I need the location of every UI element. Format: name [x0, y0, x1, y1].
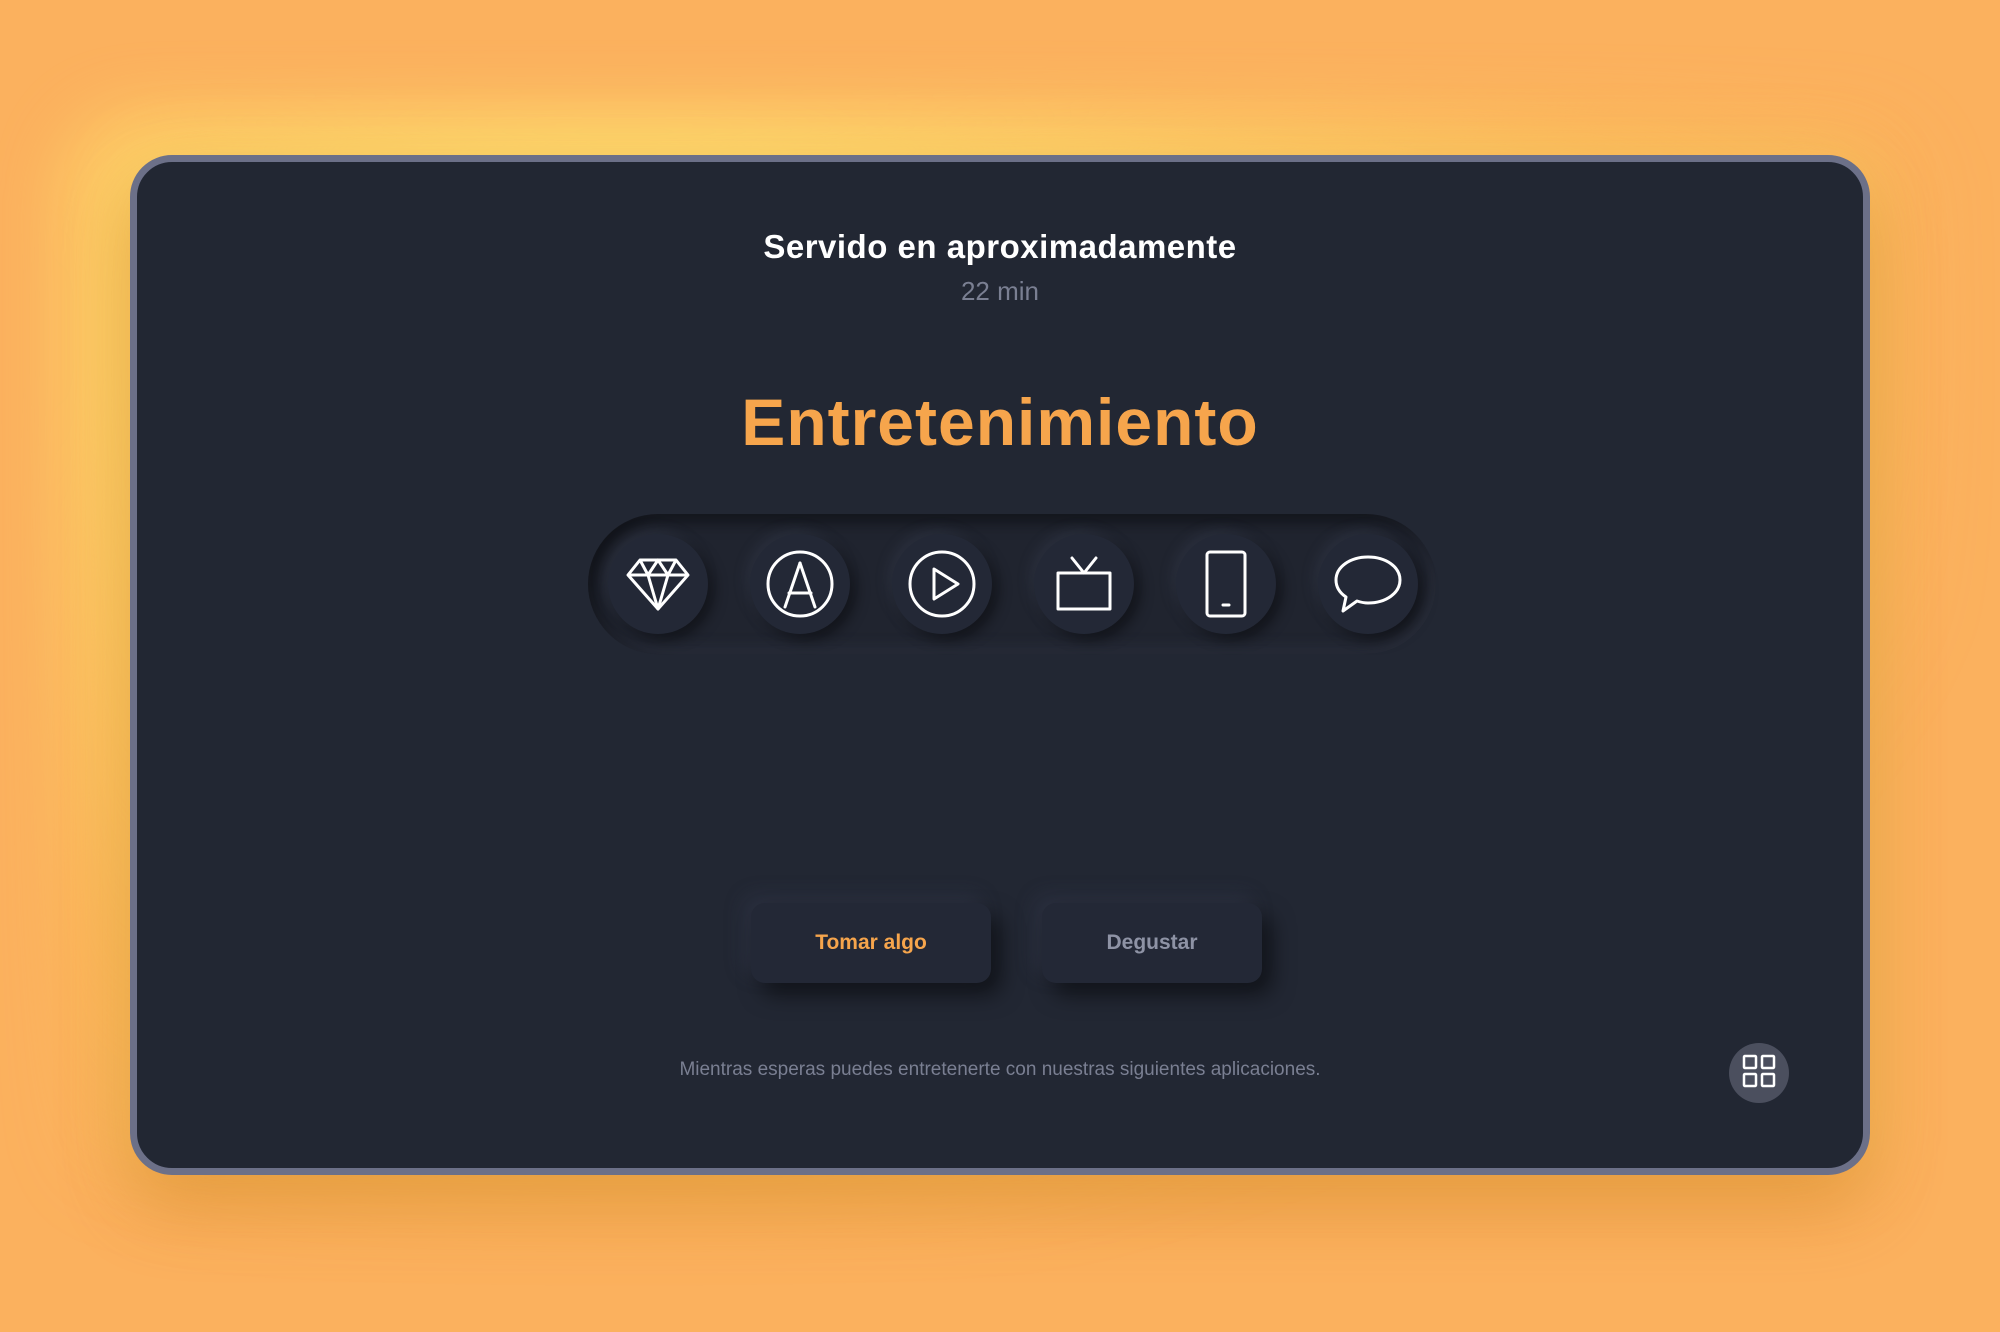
phone-icon [1204, 549, 1248, 619]
app-icon-bar [588, 514, 1436, 654]
app-screen: Servido en aproximadamente 22 min Entret… [130, 155, 1870, 1175]
wait-title: Servido en aproximadamente [763, 228, 1237, 265]
degustar-button[interactable]: Degustar [1042, 903, 1262, 983]
diamond-icon [626, 557, 690, 611]
chat-bubble-icon [1333, 553, 1403, 615]
wait-time: 22 min [960, 276, 1040, 306]
tv-icon [1054, 555, 1114, 613]
app-button-chat[interactable] [1318, 534, 1418, 634]
grid-icon [1742, 1054, 1776, 1093]
app-button-diamond[interactable] [608, 534, 708, 634]
tomar-algo-button[interactable]: Tomar algo [751, 903, 991, 983]
app-button-app-store[interactable] [750, 534, 850, 634]
footer-message: Mientras esperas puedes entretenerte con… [679, 1059, 1321, 1080]
app-button-tv[interactable] [1034, 534, 1134, 634]
play-icon [907, 549, 977, 619]
grid-menu-button[interactable] [1729, 1043, 1789, 1103]
app-button-phone[interactable] [1176, 534, 1276, 634]
app-button-play[interactable] [892, 534, 992, 634]
page-title: Entretenimiento [741, 385, 1259, 459]
app-store-icon [765, 549, 835, 619]
